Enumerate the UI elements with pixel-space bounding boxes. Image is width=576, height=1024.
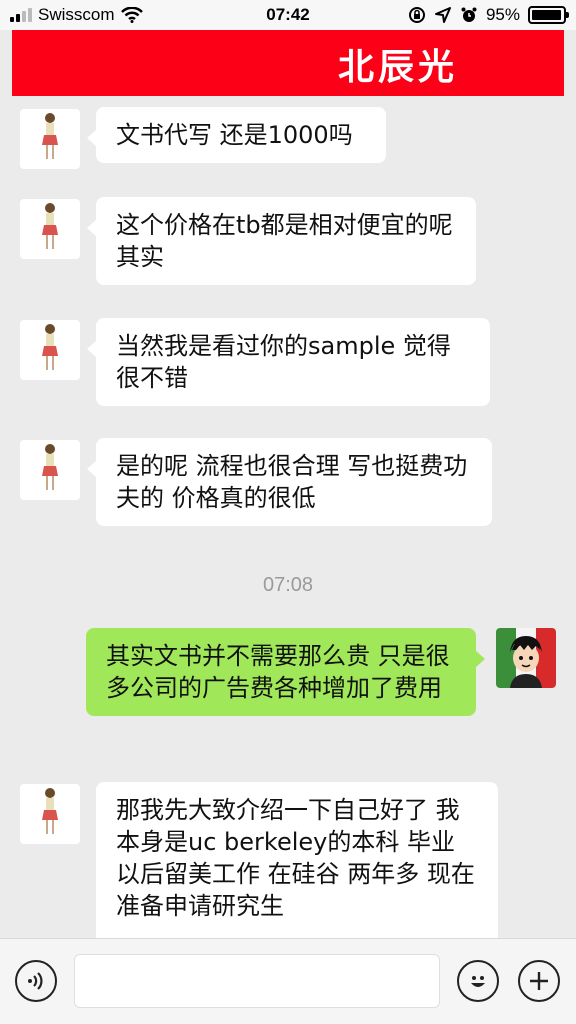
message-list[interactable]: 文书代写 还是1000吗 这个价格在tb都是相对便宜的呢其实 当然我是看过你的s… — [0, 96, 576, 938]
emoji-icon — [471, 976, 485, 987]
incoming-message-bubble[interactable]: 这个价格在tb都是相对便宜的呢其实 — [87, 197, 476, 285]
alarm-icon — [461, 7, 477, 22]
input-bar — [0, 938, 576, 1024]
emoji-button[interactable] — [457, 960, 499, 1002]
contact-avatar[interactable] — [20, 199, 80, 259]
incoming-message-bubble[interactable]: 当然我是看过你的sample 觉得很不错 — [87, 318, 490, 406]
message-text: 是的呢 流程也很合理 写也挺费功夫的 价格真的很低 — [116, 452, 468, 512]
message-text: 当然我是看过你的sample 觉得很不错 — [116, 332, 451, 392]
message-text: 那我先大致介绍一下自己好了 我本身是uc berkeley的本科 毕业以后留美工… — [116, 796, 475, 920]
contact-avatar[interactable] — [20, 320, 80, 380]
incoming-message-bubble[interactable]: 文书代写 还是1000吗 — [87, 107, 386, 163]
user-avatar[interactable] — [496, 628, 556, 688]
battery-icon — [528, 6, 569, 24]
contact-avatar[interactable] — [20, 440, 80, 500]
voice-input-button[interactable] — [15, 960, 57, 1002]
message-text: 这个价格在tb都是相对便宜的呢其实 — [116, 211, 453, 271]
battery-percent: 95% — [485, 5, 520, 24]
message-text: 其实文书并不需要那么贵 只是很多公司的广告费各种增加了费用 — [106, 642, 450, 702]
chat-header: 北辰光 — [12, 30, 564, 96]
incoming-message-bubble[interactable]: 那我先大致介绍一下自己好了 我本身是uc berkeley的本科 毕业以后留美工… — [96, 782, 498, 938]
incoming-message-bubble[interactable]: 是的呢 流程也很合理 写也挺费功夫的 价格真的很低 — [87, 438, 492, 526]
location-arrow-icon — [434, 7, 451, 23]
message-input[interactable] — [74, 954, 440, 1008]
contact-avatar[interactable] — [20, 109, 80, 169]
rotation-lock-icon — [408, 7, 425, 23]
voice-icon — [28, 972, 43, 990]
chat-title: 北辰光 — [338, 46, 459, 88]
status-bar: Swisscom 07:42 95% — [0, 0, 576, 30]
time-separator: 07:08 — [262, 574, 314, 596]
more-options-button[interactable] — [518, 960, 560, 1002]
plus-icon — [530, 972, 548, 990]
outgoing-message-bubble[interactable]: 其实文书并不需要那么贵 只是很多公司的广告费各种增加了费用 — [86, 628, 485, 716]
message-text: 文书代写 还是1000吗 — [116, 121, 353, 149]
contact-avatar[interactable] — [20, 784, 80, 844]
